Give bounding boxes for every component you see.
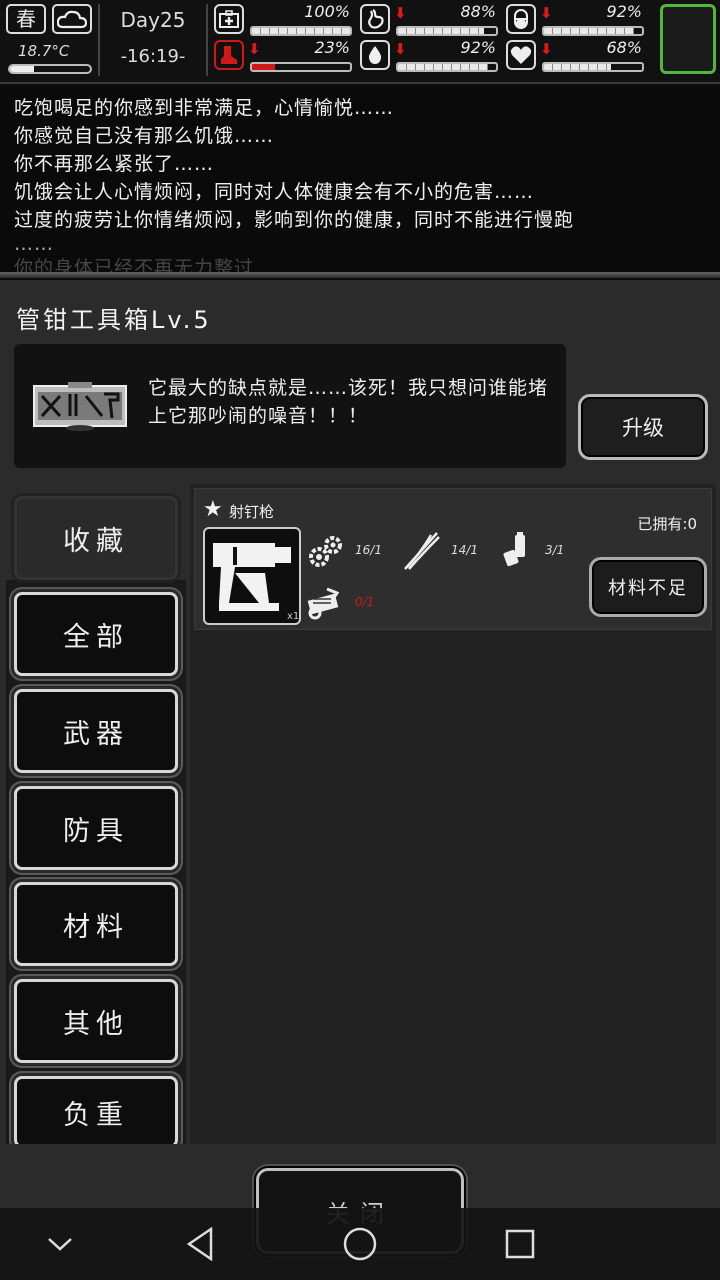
equipment-slot[interactable] [660, 4, 716, 74]
recipe-name: 射钉枪 [229, 503, 275, 521]
panel-title: 管钳工具箱Lv.5 [16, 306, 212, 334]
battery-icon [503, 532, 525, 567]
upgrade-button[interactable]: 升级 [578, 394, 708, 460]
falling-arrow-icon: ⬇ [394, 4, 407, 22]
tab-weapons[interactable]: 武器 [14, 689, 178, 773]
output-quantity: x1 [287, 611, 300, 622]
stat-energy[interactable]: ⬇ 92% [506, 2, 646, 38]
day-counter: Day25 [120, 8, 186, 32]
falling-arrow-icon: ⬇ [540, 40, 553, 58]
boot-icon [214, 40, 244, 70]
tab-armor[interactable]: 防具 [14, 786, 178, 870]
tab-all[interactable]: 全部 [14, 592, 178, 676]
falling-arrow-icon: ⬇ [394, 40, 407, 58]
tab-weight[interactable]: 负重 [14, 1076, 178, 1148]
back-icon[interactable] [180, 1224, 220, 1264]
wire-icon [404, 532, 440, 570]
machine-parts-icon [307, 587, 340, 620]
chevron-down-icon[interactable] [40, 1224, 80, 1264]
game-clock: -16:19- [120, 46, 186, 67]
recents-icon[interactable] [500, 1224, 540, 1264]
home-icon[interactable] [340, 1224, 380, 1264]
log-line: 吃饱喝足的你感到非常满足，心情愉悦…… [14, 97, 395, 119]
category-tabs: 收藏 全部 武器 防具 材料 其他 负重 [6, 488, 186, 1148]
log-line: 饥饿会让人心情烦闷，同时对人体健康会有不小的危害…… [14, 181, 535, 203]
pill-icon [506, 4, 536, 34]
medkit-icon [214, 4, 244, 34]
system-navbar [0, 1208, 720, 1280]
stat-hunger[interactable]: ⬇ 88% [360, 2, 500, 38]
temperature-readout: 18.7°C [18, 42, 70, 60]
gears-icon [309, 536, 342, 567]
tab-favorites[interactable]: 收藏 [14, 496, 178, 580]
log-line: 过度的疲劳让你情绪烦闷，影响到你的健康，同时不能进行慢跑 [14, 209, 575, 231]
log-line: …… [14, 233, 54, 255]
stat-fatigue[interactable]: ⬇ 23% [214, 38, 354, 74]
season-badge: 春 [6, 4, 46, 34]
tab-other[interactable]: 其他 [14, 979, 178, 1063]
stat-thirst[interactable]: ⬇ 92% [360, 38, 500, 74]
toolbox-description: 它最大的缺点就是……该死！我只想问谁能堵上它那吵闹的噪音！！！ [148, 377, 549, 427]
message-log[interactable]: 吃饱喝足的你感到非常满足，心情愉悦…… 你感觉自己没有那么饥饿…… 你不再那么紧… [0, 86, 720, 274]
falling-arrow-icon: ⬇ [248, 40, 261, 58]
log-line: 你的身体已经不再无力整过 [14, 257, 255, 274]
owned-count: 已拥有:0 [637, 515, 697, 533]
craft-button[interactable]: 材料不足 [589, 557, 707, 617]
temperature-bar [8, 64, 92, 74]
log-line: 你感觉自己没有那么饥饿…… [14, 125, 275, 147]
falling-arrow-icon: ⬇ [540, 4, 553, 22]
tab-materials[interactable]: 材料 [14, 882, 178, 966]
recipe-card[interactable]: ★ 射钉枪 已拥有:0 x1 16/1 14/1 3/1 0/1 材料不足 [194, 488, 712, 630]
stat-health[interactable]: 100% [214, 2, 354, 38]
cloud-icon [52, 4, 92, 34]
stat-mood[interactable]: ⬇ 68% [506, 38, 646, 74]
toolbox-description-box: 它最大的缺点就是……该死！我只想问谁能堵上它那吵闹的噪音！！！ [14, 344, 566, 468]
recipe-list[interactable]: ★ 射钉枪 已拥有:0 x1 16/1 14/1 3/1 0/1 材料不足 [190, 484, 716, 1144]
stomach-icon [360, 4, 390, 34]
status-bar: 春 18.7°C Day25 -16:19- 100% ⬇ 88% ⬇ 92% … [0, 0, 720, 84]
toolbox-icon [33, 382, 127, 431]
heart-icon [506, 40, 536, 70]
water-drop-icon [360, 40, 390, 70]
star-icon[interactable]: ★ [203, 497, 223, 522]
log-line: 你不再那么紧张了…… [14, 153, 215, 175]
material-machine-parts: 0/1 [305, 583, 455, 623]
